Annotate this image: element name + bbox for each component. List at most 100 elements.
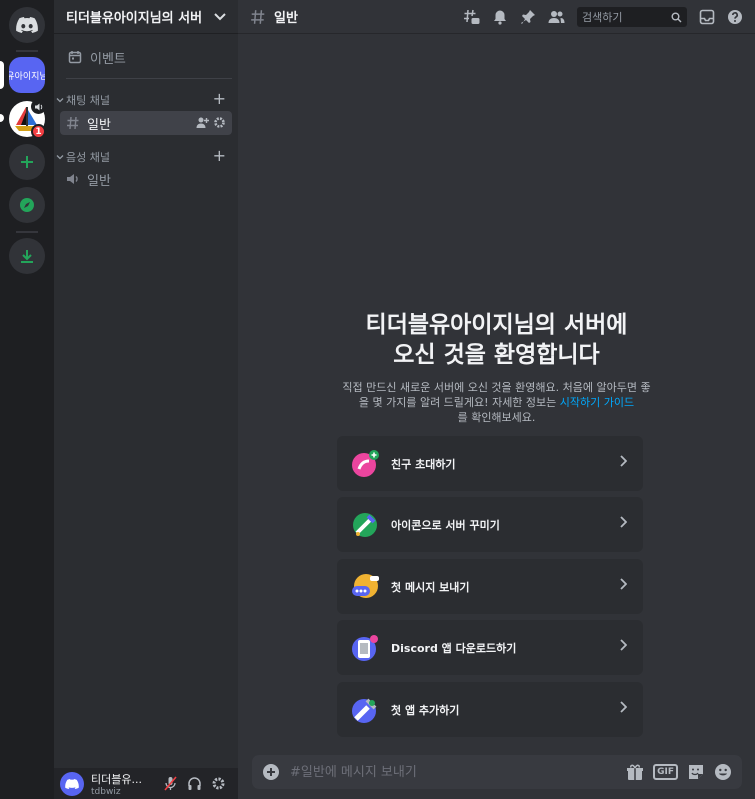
chevron-right-icon [620, 701, 627, 713]
headphones-icon[interactable] [187, 776, 202, 791]
category-voice-channels[interactable]: 음성 채널 + [56, 148, 232, 166]
attach-plus-icon[interactable] [262, 763, 280, 781]
user-info[interactable]: 티더블유... tdbwiz [91, 771, 151, 797]
events-label: 이벤트 [90, 51, 126, 67]
header-toolbar: 검색하기 [463, 7, 743, 27]
card-first-message[interactable]: 첫 메시지 보내기 [337, 559, 643, 614]
category-name: 음성 채널 [66, 151, 110, 164]
search-icon [671, 12, 682, 22]
welcome-description: 직접 만드신 새로운 서버에 오신 것을 환영해요. 처음에 알아두면 좋을 몇… [342, 380, 652, 425]
gear-icon[interactable] [211, 776, 226, 791]
welcome-section: 티더블유아이지님의 서버에 오신 것을 환영합니다 직접 만드신 새로운 서버에… [238, 310, 755, 425]
members-icon[interactable] [548, 9, 565, 25]
speaker-icon [67, 174, 78, 184]
card-label: 첫 메시지 보내기 [391, 580, 470, 594]
search-input[interactable]: 검색하기 [577, 7, 687, 27]
compass-icon [20, 198, 34, 212]
add-app-icon [349, 694, 381, 726]
card-label: 아이콘으로 서버 꾸미기 [391, 518, 500, 532]
invite-friend-icon [349, 448, 381, 480]
rail-divider [16, 50, 38, 52]
unread-indicator [0, 114, 4, 122]
sticker-icon[interactable] [687, 763, 705, 781]
emoji-icon[interactable] [714, 763, 732, 781]
avatar[interactable] [60, 771, 84, 796]
username: 티더블유... [91, 772, 142, 786]
message-icon [349, 571, 381, 603]
chevron-down-icon [214, 12, 226, 20]
discord-logo-icon [16, 17, 38, 33]
card-download-app[interactable]: Discord 앱 다운로드하기 [337, 620, 643, 675]
pin-icon[interactable] [520, 9, 536, 25]
hashtag-icon [251, 9, 265, 24]
welcome-desc-part2: 를 확인해보세요. [457, 411, 536, 424]
discord-logo-icon [65, 778, 79, 789]
channel-item-general[interactable]: 일반 [60, 111, 232, 135]
hashtag-icon [67, 116, 79, 130]
bell-icon[interactable] [492, 9, 508, 25]
chevron-right-icon [620, 639, 627, 651]
server-header[interactable]: 티더블유아이지님의 서버 [54, 0, 238, 34]
download-icon [21, 250, 33, 263]
voice-active-badge [31, 99, 46, 114]
sidebar-divider [66, 78, 232, 79]
discord-home-button[interactable] [9, 7, 45, 43]
card-invite-friends[interactable]: 친구 초대하기 [337, 436, 643, 491]
help-icon[interactable] [727, 9, 743, 25]
card-customize-server[interactable]: 아이콘으로 서버 꾸미기 [337, 497, 643, 552]
channel-sidebar: 티더블유아이지님의 서버 이벤트 채팅 채널 + 일반 음성 채널 + 일반 [54, 0, 238, 799]
rail-divider [16, 231, 38, 233]
server-rail: 유아이지님 1 [0, 0, 54, 799]
threads-icon[interactable] [463, 9, 480, 26]
getting-started-guide-link[interactable]: 시작하기 가이드 [560, 396, 634, 409]
welcome-title-line1: 티더블유아이지님의 서버에 [365, 312, 628, 338]
channel-header: 일반 검색하기 [238, 0, 755, 34]
card-label: Discord 앱 다운로드하기 [391, 641, 517, 655]
card-label: 친구 초대하기 [391, 457, 456, 471]
chevron-down-icon [56, 155, 64, 160]
gift-icon[interactable] [626, 763, 644, 781]
category-name: 채팅 채널 [66, 94, 110, 107]
voice-channel-general[interactable]: 일반 [60, 167, 232, 191]
download-apps-button[interactable] [9, 238, 45, 274]
chevron-right-icon [620, 455, 627, 467]
gear-icon[interactable] [213, 116, 226, 129]
chevron-right-icon [620, 516, 627, 528]
server-name: 티더블유아이지님의 서버 [66, 11, 203, 26]
channel-tools [196, 116, 226, 129]
create-channel-button[interactable]: + [213, 91, 226, 107]
add-server-button[interactable] [9, 144, 45, 180]
server-icon-active[interactable]: 유아이지님 [9, 57, 45, 93]
speaker-icon [34, 103, 42, 110]
welcome-title-line2: 오신 것을 환영합니다 [393, 342, 600, 368]
calendar-icon [68, 51, 82, 64]
customize-icon [349, 509, 381, 541]
user-panel: 티더블유... tdbwiz [54, 768, 238, 799]
search-placeholder: 검색하기 [582, 11, 623, 24]
create-channel-button[interactable]: + [213, 148, 226, 164]
chevron-right-icon [620, 578, 627, 590]
composer-tools: GIF [626, 763, 732, 781]
active-server-indicator [0, 61, 4, 89]
channel-name: 일반 [87, 173, 111, 189]
user-tag: tdbwiz [91, 786, 121, 797]
channel-name: 일반 [87, 117, 111, 133]
explore-servers-button[interactable] [9, 187, 45, 223]
channel-title: 일반 [274, 11, 298, 26]
message-composer: GIF [252, 755, 742, 789]
mic-muted-icon[interactable] [163, 776, 178, 791]
download-app-icon [349, 632, 381, 664]
events-item[interactable]: 이벤트 [62, 44, 232, 70]
chevron-down-icon [56, 98, 64, 103]
mention-badge: 1 [31, 124, 46, 139]
welcome-title: 티더블유아이지님의 서버에 오신 것을 환영합니다 [238, 310, 755, 370]
inbox-icon[interactable] [699, 9, 715, 25]
card-add-app[interactable]: 첫 앱 추가하기 [337, 682, 643, 737]
plus-icon [21, 156, 33, 168]
card-label: 첫 앱 추가하기 [391, 703, 460, 717]
invite-user-icon[interactable] [196, 116, 209, 129]
gif-button[interactable]: GIF [653, 764, 678, 780]
category-text-channels[interactable]: 채팅 채널 + [56, 91, 232, 109]
user-controls [163, 776, 226, 791]
message-input[interactable] [290, 764, 627, 780]
